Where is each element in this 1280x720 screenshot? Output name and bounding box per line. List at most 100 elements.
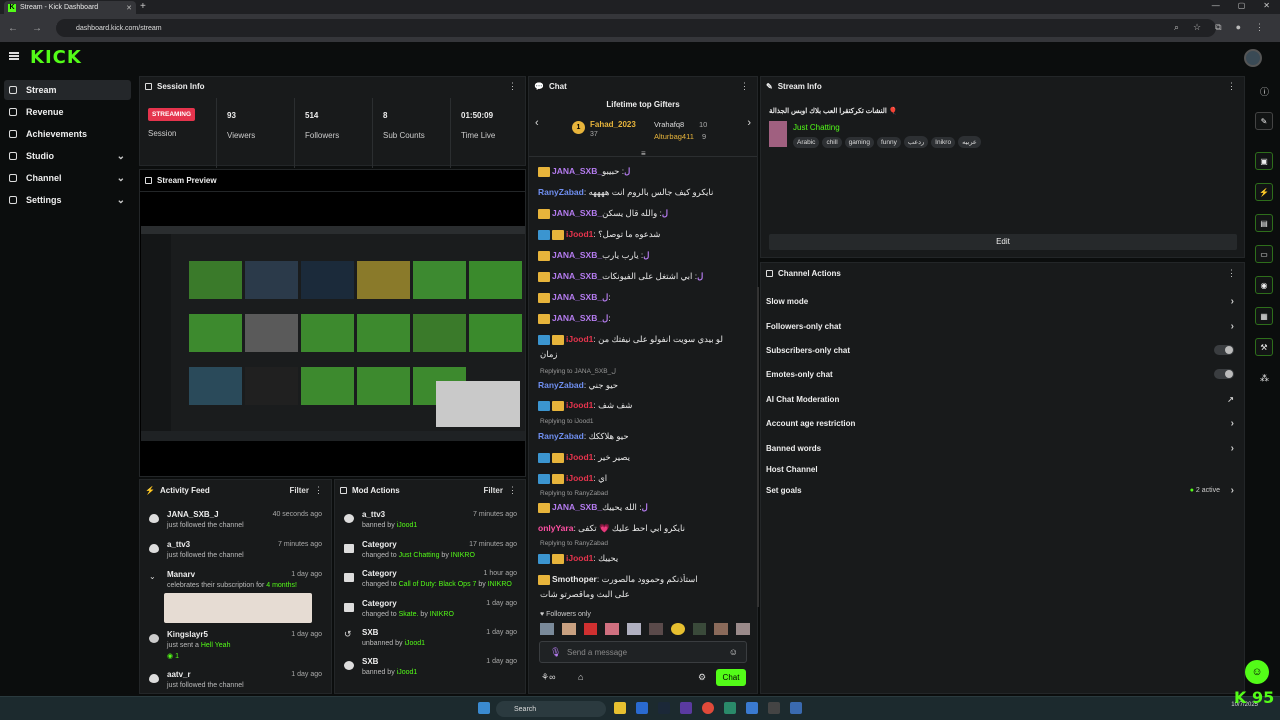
forward-icon[interactable]: → xyxy=(32,23,42,34)
taskbar-search[interactable]: Search xyxy=(496,701,606,717)
chevron-left-icon[interactable]: ‹ xyxy=(535,117,539,129)
emote[interactable] xyxy=(561,623,576,635)
steam-icon[interactable] xyxy=(658,702,670,714)
sidebar-item-studio[interactable]: Studio ⌄ xyxy=(4,146,131,166)
stream-preview-video[interactable] xyxy=(141,226,525,441)
rail-chat-icon[interactable]: ▭ xyxy=(1255,245,1273,263)
gifter-name[interactable]: Vrahafq8 xyxy=(654,120,684,129)
chat-username[interactable]: JANA_SXB_ل xyxy=(552,292,608,302)
more-options-icon[interactable]: ⋮ xyxy=(508,81,517,92)
chat-username[interactable]: iJood1 xyxy=(566,229,593,239)
set-goals-row[interactable]: Set goals ● 2 active › xyxy=(766,480,1240,500)
sidebar-item-channel[interactable]: Channel ⌄ xyxy=(4,168,131,188)
chevron-down-icon[interactable]: ⌄ xyxy=(149,572,156,581)
bookmark-star-icon[interactable]: ☆ xyxy=(1193,22,1201,33)
chat-username[interactable]: iJood1 xyxy=(566,334,593,344)
sidebar-item-revenue[interactable]: Revenue xyxy=(4,102,131,122)
emote[interactable] xyxy=(540,623,554,635)
emoji-icon[interactable]: ☺ xyxy=(729,647,738,657)
followers-only-row[interactable]: Followers-only chat › xyxy=(766,316,1240,336)
chat-username[interactable]: onlyYara xyxy=(538,523,573,533)
hamburger-menu-icon[interactable] xyxy=(9,52,19,60)
windows-start-icon[interactable] xyxy=(478,702,490,714)
reply-context[interactable]: Replying to RanyZabad xyxy=(540,540,608,547)
pin-icon[interactable]: ≡ xyxy=(641,149,646,158)
rail-edit-icon[interactable]: ✎ xyxy=(1255,112,1273,130)
url-field[interactable]: dashboard.kick.com/stream xyxy=(56,19,1216,37)
filter-button[interactable]: Filter xyxy=(289,486,309,495)
chrome-icon[interactable] xyxy=(702,702,714,714)
rail-apps-icon[interactable]: ⁂ xyxy=(1260,373,1269,384)
gifter-name[interactable]: Alturbag411 xyxy=(654,132,694,141)
app-icon[interactable] xyxy=(724,702,736,714)
reply-context[interactable]: Replying to iJood1 xyxy=(540,418,593,425)
host-channel-row[interactable]: Host Channel xyxy=(766,459,1240,479)
reply-context[interactable]: Replying to JANA_SXB_ل xyxy=(540,367,616,375)
extensions-icon[interactable]: ⧉ xyxy=(1215,22,1221,33)
browser-tab[interactable]: K Stream - Kick Dashboard ✕ xyxy=(4,1,136,14)
chat-username[interactable]: JANA_SXB_ل xyxy=(552,313,608,323)
chat-username[interactable]: iJood1 xyxy=(566,473,593,483)
edit-button[interactable]: Edit xyxy=(769,234,1237,250)
chat-username[interactable]: RanyZabad xyxy=(538,187,584,197)
app-icon[interactable] xyxy=(746,702,758,714)
sidebar-item-settings[interactable]: Settings ⌄ xyxy=(4,190,131,210)
app-icon[interactable] xyxy=(790,702,802,714)
ai-moderation-row[interactable]: AI Chat Moderation ↗ xyxy=(766,389,1240,409)
chat-input[interactable]: 🎙 Send a message ☺ xyxy=(539,641,747,663)
help-chat-icon[interactable]: ☺ xyxy=(1245,660,1269,684)
minimize-icon[interactable]: — xyxy=(1212,1,1220,10)
emote[interactable] xyxy=(670,623,685,635)
category-name[interactable]: Just Chatting xyxy=(793,123,840,132)
rail-mod-icon[interactable]: ▤ xyxy=(1255,214,1273,232)
chevron-right-icon[interactable]: › xyxy=(747,117,751,129)
kick-logo[interactable]: KICK xyxy=(30,47,82,68)
close-window-icon[interactable]: ✕ xyxy=(1263,1,1270,10)
more-options-icon[interactable]: ⋮ xyxy=(1227,268,1236,279)
chat-username[interactable]: RanyZabad xyxy=(538,380,584,390)
account-age-row[interactable]: Account age restriction › xyxy=(766,413,1240,433)
emote[interactable] xyxy=(627,623,641,635)
rail-preview-icon[interactable]: ▦ xyxy=(1255,307,1273,325)
rail-session-icon[interactable]: ▣ xyxy=(1255,152,1273,170)
browser-menu-icon[interactable]: ⋮ xyxy=(1255,22,1264,33)
app-icon[interactable] xyxy=(636,702,648,714)
back-icon[interactable]: ← xyxy=(8,23,18,34)
chat-username[interactable]: Smothoper xyxy=(552,574,597,584)
emote[interactable] xyxy=(714,623,729,635)
chat-username[interactable]: iJood1 xyxy=(566,400,593,410)
gifter-name[interactable]: Fahad_2023 xyxy=(590,120,636,129)
subscribers-only-toggle[interactable] xyxy=(1214,345,1234,355)
send-chat-button[interactable]: Chat xyxy=(716,669,746,686)
sidebar-item-achievements[interactable]: Achievements xyxy=(4,124,131,144)
obs-icon[interactable] xyxy=(768,702,780,714)
file-explorer-icon[interactable] xyxy=(614,702,626,714)
more-options-icon[interactable]: ⋮ xyxy=(314,485,323,496)
slow-mode-row[interactable]: Slow mode › xyxy=(766,291,1240,311)
user-avatar[interactable] xyxy=(1244,49,1262,67)
chat-username[interactable]: iJood1 xyxy=(566,452,593,462)
emotes-only-toggle[interactable] xyxy=(1214,369,1234,379)
emote[interactable] xyxy=(692,623,707,635)
filter-button[interactable]: Filter xyxy=(483,486,503,495)
info-icon[interactable]: ⓘ xyxy=(1260,85,1269,98)
mic-icon[interactable]: 🎙 xyxy=(550,647,561,658)
discord-icon[interactable] xyxy=(680,702,692,714)
banned-words-row[interactable]: Banned words › xyxy=(766,438,1240,458)
close-tab-icon[interactable]: ✕ xyxy=(126,4,132,12)
reply-context[interactable]: Replying to RanyZabad xyxy=(540,490,608,497)
new-tab-icon[interactable]: + xyxy=(140,1,146,12)
gift-icon[interactable]: ⌂ xyxy=(578,672,583,682)
emote[interactable] xyxy=(583,623,598,635)
rail-tools-icon[interactable]: ⚒ xyxy=(1255,338,1273,356)
chat-username[interactable]: RanyZabad xyxy=(538,431,584,441)
rail-broadcast-icon[interactable]: ◉ xyxy=(1255,276,1273,294)
sidebar-item-stream[interactable]: Stream xyxy=(4,80,131,100)
chat-username[interactable]: iJood1 xyxy=(566,553,593,563)
profile-icon[interactable]: ● xyxy=(1236,22,1241,33)
emote[interactable] xyxy=(605,623,620,635)
zoom-icon[interactable]: ⌕ xyxy=(1174,22,1179,33)
more-options-icon[interactable]: ⋮ xyxy=(740,81,749,92)
chat-settings-icon[interactable]: ⚙ xyxy=(698,672,706,683)
chat-scrollbar[interactable] xyxy=(757,287,759,607)
